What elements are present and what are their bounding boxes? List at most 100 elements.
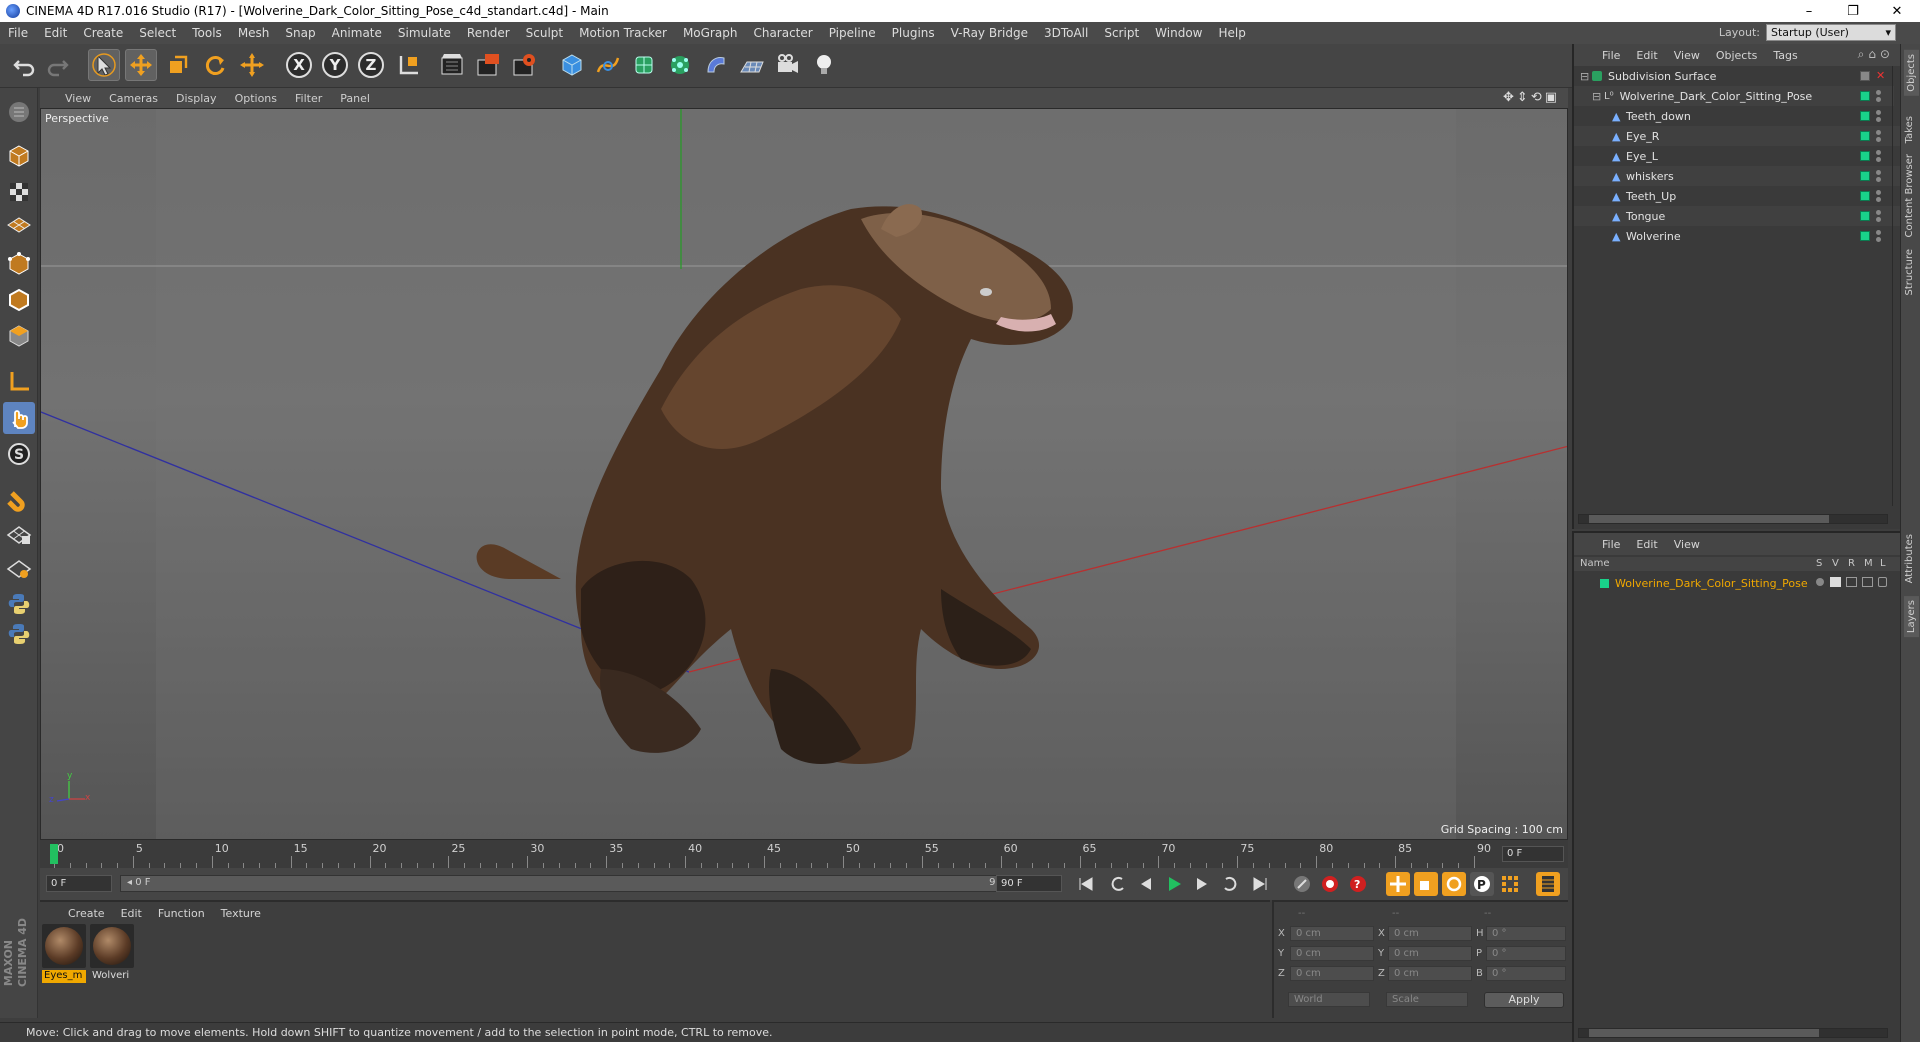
layer-manager-toggle-icon[interactable]	[1862, 577, 1873, 587]
layout-dropdown[interactable]: Startup (User)	[1766, 24, 1896, 41]
viewport-navigation-icons[interactable]: ✥⇕⟲▣	[1503, 90, 1560, 105]
rotate-tool-icon[interactable]	[199, 49, 231, 81]
expand-toggle-icon[interactable]: ⊟	[1592, 90, 1604, 103]
layermgr-horizontal-scrollbar[interactable]	[1578, 1028, 1888, 1038]
edit-render-settings-icon[interactable]	[508, 49, 540, 81]
layer-lock-icon[interactable]	[1878, 577, 1887, 587]
start-frame-field[interactable]: 0 F	[46, 875, 112, 892]
menu-vray-bridge[interactable]: V-Ray Bridge	[943, 26, 1036, 40]
editor-visibility-dot[interactable]	[1876, 210, 1881, 215]
menu-animate[interactable]: Animate	[324, 26, 390, 40]
object-row-child[interactable]: ▲ Teeth_down	[1574, 106, 1920, 126]
menu-tools[interactable]: Tools	[184, 26, 230, 40]
layer-color-box[interactable]	[1860, 211, 1870, 221]
layermgr-scroll-thumb[interactable]	[1589, 1029, 1819, 1037]
render-visibility-dot[interactable]	[1876, 117, 1881, 122]
deformer-bend-icon[interactable]	[700, 49, 732, 81]
object-row-child[interactable]: ▲ Eye_L	[1574, 146, 1920, 166]
side-tab-structure[interactable]: Structure	[1904, 249, 1915, 296]
light-object-icon[interactable]	[808, 49, 840, 81]
layer-color-box[interactable]	[1860, 111, 1870, 121]
timeline-ruler[interactable]: 0 5 10 15 20 25 30 35 40 45 50 55 60 65 70 75 80 85 90 0 F	[40, 840, 1568, 868]
menu-edit[interactable]: Edit	[36, 26, 75, 40]
objmgr-menu-objects[interactable]: Objects	[1708, 49, 1766, 62]
viewport-menu-cameras[interactable]: Cameras	[100, 92, 167, 105]
material-swatch-wolverine[interactable]	[90, 924, 134, 968]
snapping-icon[interactable]: S	[3, 438, 35, 470]
side-tab-content-browser[interactable]: Content Browser	[1904, 154, 1915, 237]
render-visibility-dot[interactable]	[1876, 197, 1881, 202]
layer-color-box[interactable]	[1860, 231, 1870, 241]
menu-select[interactable]: Select	[131, 26, 184, 40]
material-label-eyes[interactable]: Eyes_m	[42, 970, 86, 983]
editor-visibility-dot[interactable]	[1876, 230, 1881, 235]
object-row-child[interactable]: ▲ Eye_R	[1574, 126, 1920, 146]
material-menu-edit[interactable]: Edit	[113, 907, 150, 920]
current-frame-field[interactable]: 0 F	[1502, 846, 1564, 862]
render-view-icon[interactable]	[436, 49, 468, 81]
object-row-child[interactable]: ▲ whiskers	[1574, 166, 1920, 186]
goto-end-icon[interactable]	[1248, 872, 1272, 896]
layer-solo-toggle[interactable]	[1816, 578, 1824, 586]
size-z-field[interactable]: 0 cm	[1388, 966, 1472, 981]
layer-view-toggle-icon[interactable]	[1830, 577, 1841, 587]
objmgr-horizontal-scrollbar[interactable]	[1578, 514, 1888, 524]
material-label-wolverine[interactable]: Wolveri	[92, 970, 136, 983]
viewport-menu-panel[interactable]: Panel	[331, 92, 379, 105]
end-frame-field[interactable]: 90 F	[996, 875, 1062, 892]
magnet-snap-icon[interactable]	[3, 484, 35, 516]
menu-plugins[interactable]: Plugins	[884, 26, 943, 40]
render-visibility-dot[interactable]	[1876, 157, 1881, 162]
polygons-mode-icon[interactable]	[3, 320, 35, 352]
size-x-field[interactable]: 0 cm	[1388, 926, 1472, 941]
scale-tool-icon[interactable]	[162, 49, 194, 81]
render-visibility-dot[interactable]	[1876, 237, 1881, 242]
layermgr-menu-file[interactable]: File	[1594, 538, 1628, 551]
layermgr-menu-view[interactable]: View	[1666, 538, 1708, 551]
layer-color-box[interactable]	[1860, 131, 1870, 141]
key-position-icon[interactable]	[1386, 872, 1410, 896]
tweak-mode-icon[interactable]	[3, 402, 35, 434]
render-picture-viewer-icon[interactable]	[472, 49, 504, 81]
editor-visibility-dot[interactable]	[1876, 110, 1881, 115]
viewport-menu-display[interactable]: Display	[167, 92, 226, 105]
x-axis-lock-button[interactable]: X	[283, 49, 315, 81]
render-visibility-dot[interactable]	[1876, 217, 1881, 222]
rot-p-field[interactable]: 0 °	[1486, 946, 1566, 961]
object-row-wolverine-group[interactable]: ⊟ L⁰ Wolverine_Dark_Color_Sitting_Pose	[1574, 86, 1894, 106]
layer-render-toggle-icon[interactable]	[1846, 577, 1857, 587]
side-tab-attributes[interactable]: Attributes	[1904, 534, 1915, 583]
3d-viewport[interactable]: Perspective Grid Spacing : 100 cm y x z	[40, 108, 1568, 840]
objmgr-menu-tags[interactable]: Tags	[1765, 49, 1805, 62]
menu-create[interactable]: Create	[75, 26, 131, 40]
expand-toggle-icon[interactable]: ⊟	[1580, 70, 1592, 83]
editor-visibility-dot[interactable]	[1876, 90, 1881, 95]
play-forward-icon[interactable]	[1162, 872, 1186, 896]
select-arrow-icon[interactable]	[88, 49, 120, 81]
record-keys-icon[interactable]	[1318, 872, 1342, 896]
render-visibility-dot[interactable]	[1876, 137, 1881, 142]
render-visibility-dot[interactable]	[1876, 97, 1881, 102]
menu-motion-tracker[interactable]: Motion Tracker	[571, 26, 675, 40]
python-script-icon[interactable]	[3, 588, 35, 620]
points-mode-icon[interactable]	[3, 248, 35, 280]
menu-snap[interactable]: Snap	[277, 26, 323, 40]
disabled-check-icon[interactable]: ✕	[1876, 69, 1885, 82]
layer-color-box[interactable]	[1860, 151, 1870, 161]
objmgr-scroll-thumb[interactable]	[1589, 515, 1829, 523]
rot-b-field[interactable]: 0 °	[1486, 966, 1566, 981]
coord-mode-dropdown[interactable]: World	[1288, 992, 1370, 1007]
menu-simulate[interactable]: Simulate	[390, 26, 459, 40]
objmgr-search-home-icons[interactable]: ⌕⌂⊙	[1858, 47, 1894, 62]
cube-object-icon[interactable]	[556, 49, 588, 81]
object-row-child[interactable]: ▲ Teeth_Up	[1574, 186, 1920, 206]
side-tab-takes[interactable]: Takes	[1904, 116, 1915, 143]
material-swatch-eyes[interactable]	[42, 924, 86, 968]
axis-mode-icon[interactable]	[3, 366, 35, 398]
next-frame-icon[interactable]	[1190, 872, 1214, 896]
restore-button[interactable]: ❐	[1830, 0, 1876, 22]
menu-help[interactable]: Help	[1210, 26, 1253, 40]
texture-mode-icon[interactable]	[3, 176, 35, 208]
menu-file[interactable]: File	[0, 26, 36, 40]
editor-visibility-dot[interactable]	[1876, 170, 1881, 175]
